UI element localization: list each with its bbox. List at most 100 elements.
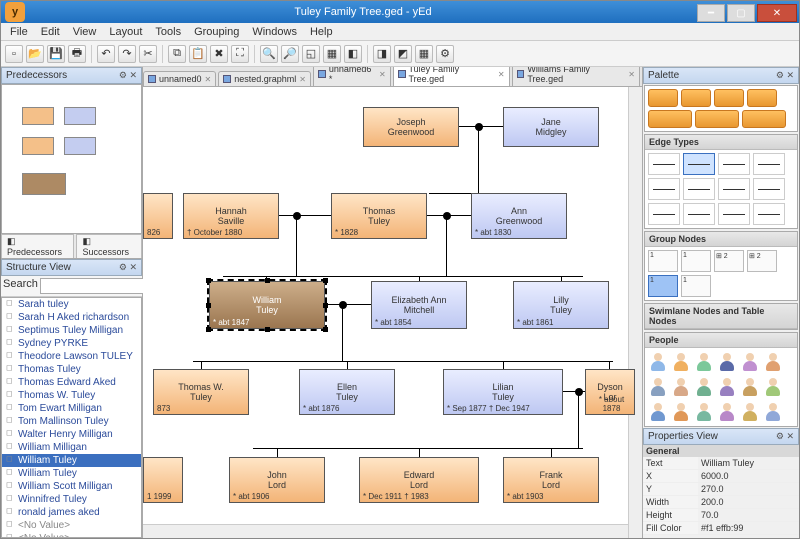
graph-node-ann[interactable]: AnnGreenwood* abt 1830 — [471, 193, 567, 239]
settings-button[interactable]: ⚙ — [436, 45, 454, 63]
cut-button[interactable]: ✂ — [139, 45, 157, 63]
fit-button[interactable]: ⛶ — [231, 45, 249, 63]
redo-button[interactable]: ↷ — [118, 45, 136, 63]
person-icon[interactable] — [763, 376, 783, 398]
person-icon[interactable] — [717, 401, 737, 423]
list-item[interactable]: Thomas Edward Aked — [2, 376, 141, 389]
menu-help[interactable]: Help — [305, 25, 338, 39]
shape-swatch[interactable] — [714, 89, 744, 107]
delete-button[interactable]: ✖ — [210, 45, 228, 63]
menu-edit[interactable]: Edit — [36, 25, 65, 39]
prop-value[interactable]: 200.0 — [698, 496, 799, 508]
list-item[interactable]: <No Value> — [2, 532, 141, 538]
graph-node-thomas[interactable]: ThomasTuley* 1828 — [331, 193, 427, 239]
open-button[interactable]: 📂 — [26, 45, 44, 63]
shape-swatch[interactable] — [695, 110, 739, 128]
person-icon[interactable] — [648, 376, 668, 398]
minimize-button[interactable]: ━ — [697, 4, 725, 22]
group-swatch[interactable]: 1 — [648, 250, 678, 272]
graph-node-joseph[interactable]: JosephGreenwood — [363, 107, 459, 147]
graph-node-dyson[interactable]: DysonLor* about 1878 — [585, 369, 635, 415]
person-icon[interactable] — [648, 401, 668, 423]
maximize-button[interactable]: ▢ — [727, 4, 755, 22]
edge-swatch[interactable] — [718, 203, 750, 225]
prop-value[interactable]: #f1 effb:99 — [698, 522, 799, 534]
menu-layout[interactable]: Layout — [104, 25, 147, 39]
list-item[interactable]: Tom Mallinson Tuley — [2, 415, 141, 428]
document-tab[interactable]: unnamed6 *✕ — [313, 67, 391, 86]
edge-swatch[interactable] — [753, 153, 785, 175]
graph-node-ellen[interactable]: EllenTuley* abt 1876 — [299, 369, 395, 415]
shape-swatch[interactable] — [648, 110, 692, 128]
tab-successors[interactable]: ◧ Successors — [76, 234, 142, 258]
person-icon[interactable] — [717, 351, 737, 373]
zoom-in-button[interactable]: 🔍 — [260, 45, 278, 63]
zoom-out-button[interactable]: 🔎 — [281, 45, 299, 63]
group-swatch[interactable]: 1 — [681, 250, 711, 272]
document-tab[interactable]: unnamed0✕ — [143, 71, 216, 86]
selection-handle[interactable] — [265, 327, 270, 332]
prop-value[interactable]: William Tuley — [698, 457, 799, 469]
close-icon[interactable]: ✕ — [205, 75, 212, 84]
document-tab[interactable]: Tuley Family Tree.ged✕ — [393, 67, 510, 86]
graph-node-hannahlbl[interactable]: HannahSaville† October 1880 — [183, 193, 279, 239]
list-item[interactable]: <No Value> — [2, 519, 141, 532]
graph-node-edward[interactable]: EdwardLord* Dec 1911 † 1983 — [359, 457, 479, 503]
panel-controls-icon[interactable]: ⚙ ✕ — [119, 70, 137, 81]
menu-view[interactable]: View — [68, 25, 102, 39]
overview-panel[interactable] — [1, 84, 142, 234]
vertical-scrollbar[interactable] — [628, 87, 642, 538]
print-button[interactable]: 🖶 — [68, 45, 86, 63]
layout3-button[interactable]: ◩ — [394, 45, 412, 63]
edge-swatch[interactable] — [648, 153, 680, 175]
shape-swatch[interactable] — [742, 110, 786, 128]
edge-swatch[interactable] — [683, 153, 715, 175]
list-item[interactable]: Winnifred Tuley — [2, 493, 141, 506]
list-item[interactable]: Thomas W. Tuley — [2, 389, 141, 402]
list-item[interactable]: Tom Ewart Milligan — [2, 402, 141, 415]
selection-handle[interactable] — [323, 278, 328, 283]
menu-file[interactable]: File — [5, 25, 33, 39]
edge-swatch[interactable] — [648, 178, 680, 200]
list-item[interactable]: William Tuley — [2, 454, 141, 467]
edge-swatch[interactable] — [753, 178, 785, 200]
person-icon[interactable] — [740, 376, 760, 398]
edge-swatch[interactable] — [648, 203, 680, 225]
menu-tools[interactable]: Tools — [150, 25, 186, 39]
paste-button[interactable]: 📋 — [189, 45, 207, 63]
prop-value[interactable]: 70.0 — [698, 509, 799, 521]
predecessors-panel-header[interactable]: Predecessors ⚙ ✕ — [1, 67, 142, 84]
graph-node-william[interactable]: WilliamTuley* abt 1847 — [209, 281, 325, 329]
graph-canvas[interactable]: JosephGreenwood JaneMidgley HannahSaville†… — [143, 87, 642, 538]
graph-node-frank[interactable]: FrankLord* abt 1903 — [503, 457, 599, 503]
panel-controls-icon[interactable]: ⚙ ✕ — [119, 262, 137, 273]
list-item[interactable]: Sarah tuley — [2, 298, 141, 311]
properties-header[interactable]: Properties View ⚙ ✕ — [643, 428, 799, 445]
graph-node-lilly[interactable]: LillyTuley* abt 1861 — [513, 281, 609, 329]
person-icon[interactable] — [694, 351, 714, 373]
person-icon[interactable] — [671, 401, 691, 423]
edge-swatch[interactable] — [718, 178, 750, 200]
person-icon[interactable] — [763, 351, 783, 373]
menu-grouping[interactable]: Grouping — [189, 25, 244, 39]
person-icon[interactable] — [671, 351, 691, 373]
palette-header[interactable]: Palette ⚙ ✕ — [643, 67, 799, 84]
layout2-button[interactable]: ◨ — [373, 45, 391, 63]
graph-node-jane[interactable]: JaneMidgley — [503, 107, 599, 147]
list-item[interactable]: ronald james aked — [2, 506, 141, 519]
copy-button[interactable]: ⧉ — [168, 45, 186, 63]
menu-windows[interactable]: Windows — [247, 25, 302, 39]
shape-swatch[interactable] — [681, 89, 711, 107]
graph-node-john[interactable]: JohnLord* abt 1906 — [229, 457, 325, 503]
group-swatch[interactable]: ⊞ 2 — [714, 250, 744, 272]
document-tab[interactable]: Williams Family Tree.ged✕ — [512, 67, 640, 86]
save-button[interactable]: 💾 — [47, 45, 65, 63]
shape-swatch[interactable] — [747, 89, 777, 107]
close-icon[interactable]: ✕ — [299, 75, 306, 84]
group-swatch[interactable]: 1 — [648, 275, 678, 297]
list-item[interactable]: William Tuley — [2, 467, 141, 480]
structure-tree[interactable]: Sarah tuleySarah H Aked richardsonSeptim… — [1, 297, 142, 538]
close-icon[interactable]: ✕ — [498, 70, 505, 79]
group-swatch[interactable]: 1 — [681, 275, 711, 297]
list-item[interactable]: William Milligan — [2, 441, 141, 454]
